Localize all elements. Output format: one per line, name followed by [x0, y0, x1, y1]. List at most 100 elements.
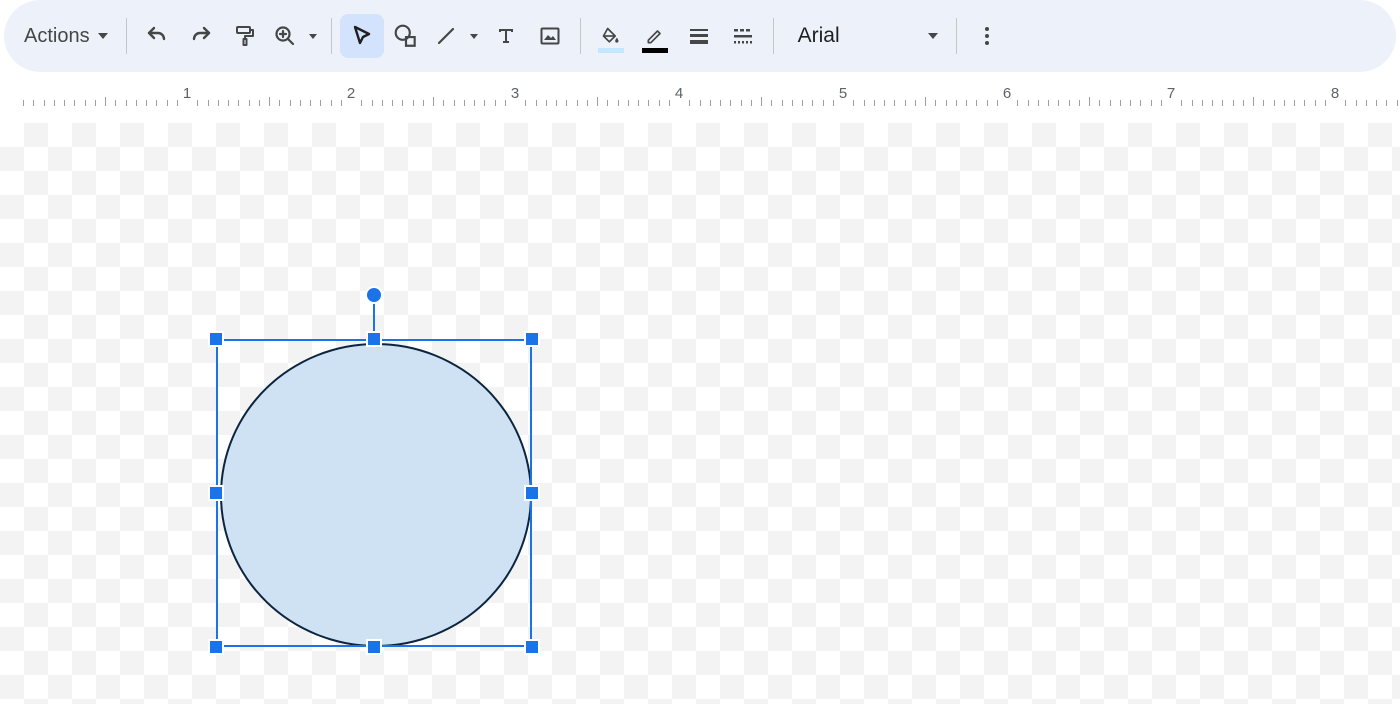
ruler-tick [320, 100, 321, 106]
ruler-tick [372, 100, 373, 106]
insert-image-button[interactable] [528, 14, 572, 58]
shape-layer [0, 123, 1400, 704]
resize-handle-ne[interactable] [524, 331, 540, 347]
ruler-tick [1161, 100, 1162, 106]
ruler-tick [546, 100, 547, 106]
resize-handle-sw[interactable] [208, 639, 224, 655]
ruler-tick [587, 100, 588, 106]
ruler-tick [905, 100, 906, 106]
ruler-tick [1099, 100, 1100, 106]
paint-roller-icon [233, 24, 257, 48]
ruler-tick [648, 100, 649, 106]
rotation-handle[interactable] [365, 286, 383, 304]
ruler-tick [269, 97, 270, 106]
zoom-icon [273, 24, 297, 48]
ruler-tick [1028, 100, 1029, 106]
ruler-tick [894, 100, 895, 106]
ruler-tick [290, 100, 291, 106]
ruler-tick [853, 100, 854, 106]
ruler-tick [1325, 100, 1326, 106]
ruler-tick [392, 100, 393, 106]
canvas[interactable] [0, 123, 1400, 704]
ruler-tick [782, 100, 783, 106]
zoom-button[interactable] [267, 14, 303, 58]
select-tool-button[interactable] [340, 14, 384, 58]
undo-button[interactable] [135, 14, 179, 58]
ruler-tick [361, 100, 362, 106]
ruler-tick [95, 100, 96, 106]
ruler-tick [279, 100, 280, 106]
text-box-button[interactable] [484, 14, 528, 58]
ruler-tick [1130, 100, 1131, 106]
chevron-down-icon [98, 33, 108, 39]
ruler-tick [1386, 100, 1387, 106]
redo-button[interactable] [179, 14, 223, 58]
ruler-tick [556, 100, 557, 106]
ruler-tick [1058, 100, 1059, 106]
separator [331, 18, 332, 54]
separator [773, 18, 774, 54]
actions-menu-label: Actions [24, 25, 94, 48]
line-tool-button[interactable] [428, 14, 464, 58]
ruler-number: 2 [347, 85, 355, 102]
actions-menu[interactable]: Actions [14, 14, 118, 58]
more-options-button[interactable] [965, 14, 1009, 58]
ruler-tick [987, 100, 988, 106]
ruler-number: 7 [1167, 85, 1175, 102]
ruler-tick [1038, 100, 1039, 106]
resize-handle-e[interactable] [524, 485, 540, 501]
resize-handle-s[interactable] [366, 639, 382, 655]
ruler-tick [1243, 100, 1244, 106]
horizontal-ruler[interactable]: 12345678 [0, 72, 1400, 106]
ruler-tick [761, 97, 762, 106]
zoom-dropdown[interactable] [309, 34, 317, 39]
ruler-tick [1202, 100, 1203, 106]
ruler-tick [413, 100, 414, 106]
fill-color-button[interactable] [589, 14, 633, 58]
ruler-tick [259, 100, 260, 106]
ruler-tick [946, 100, 947, 106]
ruler-tick [659, 100, 660, 106]
resize-handle-n[interactable] [366, 331, 382, 347]
fill-color-swatch [598, 48, 624, 53]
ruler-tick [484, 100, 485, 106]
ruler-tick [156, 100, 157, 106]
ruler-tick [741, 100, 742, 106]
ruler-tick [874, 100, 875, 106]
ruler-tick [638, 100, 639, 106]
ruler-number: 8 [1331, 85, 1339, 102]
ruler-tick [474, 100, 475, 106]
resize-handle-se[interactable] [524, 639, 540, 655]
border-color-button[interactable] [633, 14, 677, 58]
separator [126, 18, 127, 54]
ruler-tick [1048, 100, 1049, 106]
ruler-tick [85, 100, 86, 106]
ruler-tick [730, 100, 731, 106]
ruler-tick [700, 100, 701, 106]
border-weight-button[interactable] [677, 14, 721, 58]
more-vertical-icon [975, 24, 999, 48]
border-color-swatch [642, 48, 668, 53]
chevron-down-icon [928, 33, 938, 39]
ruler-tick [495, 100, 496, 106]
paint-format-button[interactable] [223, 14, 267, 58]
line-weight-icon [687, 24, 711, 48]
line-dropdown[interactable] [470, 34, 478, 39]
ruler-tick [1212, 100, 1213, 106]
ruler-number: 5 [839, 85, 847, 102]
resize-handle-w[interactable] [208, 485, 224, 501]
ruler-tick [167, 100, 168, 106]
shapes-icon [393, 23, 419, 49]
line-icon [434, 24, 458, 48]
ruler-tick [505, 100, 506, 106]
ruler-tick [310, 100, 311, 106]
ruler-tick [1263, 100, 1264, 106]
font-picker[interactable]: Arial [782, 14, 948, 58]
border-dash-button[interactable] [721, 14, 765, 58]
resize-handle-nw[interactable] [208, 331, 224, 347]
ruler-tick [597, 97, 598, 106]
ruler-tick [720, 100, 721, 106]
ruler-tick [689, 100, 690, 106]
ruler-tick [915, 100, 916, 106]
shape-tool-button[interactable] [384, 14, 428, 58]
